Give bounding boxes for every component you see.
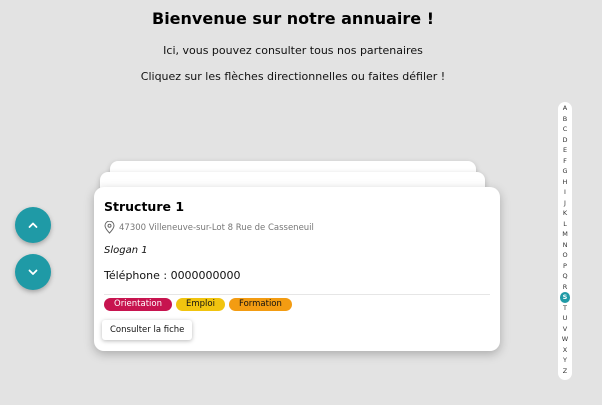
- alphabet-letter-r[interactable]: R: [560, 282, 570, 293]
- alphabet-letter-v[interactable]: V: [560, 324, 570, 335]
- alphabet-letter-s[interactable]: S: [560, 292, 570, 303]
- scroll-up-button[interactable]: [15, 207, 51, 243]
- alphabet-letter-d[interactable]: D: [560, 135, 570, 146]
- alphabet-letter-j[interactable]: J: [560, 198, 570, 209]
- alphabet-letter-h[interactable]: H: [560, 177, 570, 188]
- alphabet-letter-e[interactable]: E: [560, 145, 570, 156]
- alphabet-letter-q[interactable]: Q: [560, 271, 570, 282]
- alphabet-index: ABCDEFGHIJKLMNOPQRSTUVWXYZ: [558, 102, 572, 380]
- alphabet-letter-c[interactable]: C: [560, 124, 570, 135]
- alphabet-letter-p[interactable]: P: [560, 261, 570, 272]
- page-instructions: Cliquez sur les flèches directionnelles …: [140, 70, 446, 83]
- chevron-up-icon: [28, 222, 38, 228]
- alphabet-letter-t[interactable]: T: [560, 303, 570, 314]
- tag-formation: Formation: [228, 298, 292, 311]
- alphabet-letter-u[interactable]: U: [560, 313, 570, 324]
- chevron-down-icon: [28, 269, 38, 275]
- alphabet-letter-g[interactable]: G: [560, 166, 570, 177]
- alphabet-letter-m[interactable]: M: [560, 229, 570, 240]
- partner-card: Structure 1 47300 Villeneuve-sur-Lot 8 R…: [94, 187, 500, 351]
- alphabet-letter-o[interactable]: O: [560, 250, 570, 261]
- alphabet-letter-a[interactable]: A: [560, 103, 570, 114]
- tag-emploi: Emploi: [176, 298, 225, 311]
- alphabet-letter-y[interactable]: Y: [560, 355, 570, 366]
- alphabet-letter-k[interactable]: K: [560, 208, 570, 219]
- alphabet-letter-i[interactable]: I: [560, 187, 570, 198]
- view-details-button[interactable]: Consulter la fiche: [102, 320, 193, 340]
- card-address: 47300 Villeneuve-sur-Lot 8 Rue de Cassen…: [104, 221, 314, 234]
- page-subtitle: Ici, vous pouvez consulter tous nos part…: [163, 44, 423, 57]
- scroll-down-button[interactable]: [15, 254, 51, 290]
- page-title: Bienvenue sur notre annuaire !: [152, 9, 434, 28]
- card-divider: [104, 294, 490, 295]
- card-title: Structure 1: [104, 199, 185, 214]
- alphabet-letter-x[interactable]: X: [560, 345, 570, 356]
- tag-orientation: Orientation: [104, 298, 172, 311]
- location-pin-icon: [104, 221, 115, 234]
- alphabet-letter-f[interactable]: F: [560, 156, 570, 167]
- card-address-text: 47300 Villeneuve-sur-Lot 8 Rue de Cassen…: [119, 222, 314, 233]
- alphabet-letter-b[interactable]: B: [560, 114, 570, 125]
- directory-page: Bienvenue sur notre annuaire ! Ici, vous…: [0, 0, 602, 405]
- card-slogan: Slogan 1: [104, 245, 148, 256]
- alphabet-letter-z[interactable]: Z: [560, 366, 570, 377]
- alphabet-letter-l[interactable]: L: [560, 219, 570, 230]
- alphabet-letter-w[interactable]: W: [560, 334, 570, 345]
- card-tags: Orientation Emploi Formation: [104, 298, 292, 311]
- alphabet-letter-n[interactable]: N: [560, 240, 570, 251]
- card-phone: Téléphone : 0000000000: [104, 269, 241, 282]
